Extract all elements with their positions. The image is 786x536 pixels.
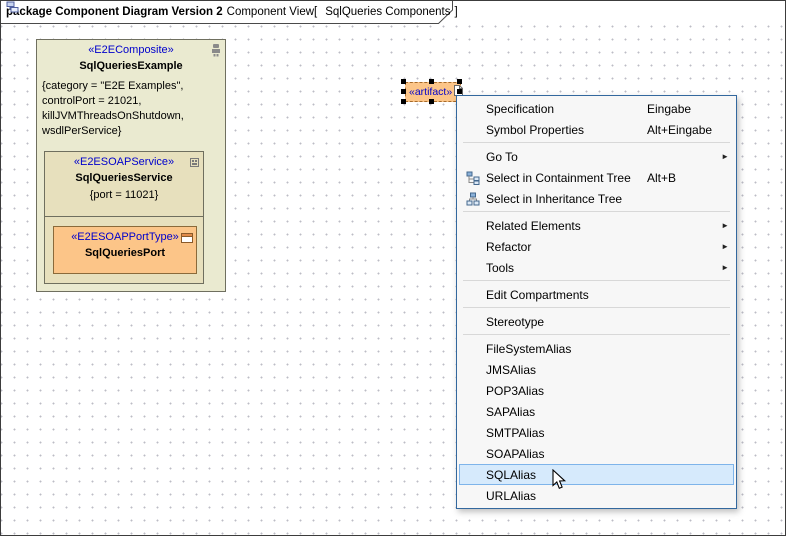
diagram-frame-header: package Component Diagram Version 2 Comp…	[1, 1, 453, 24]
submenu-arrow-icon: ►	[719, 242, 729, 251]
frame-bracket-close: ]	[455, 6, 458, 18]
composite-node-sqlqueriesexample[interactable]: «E2EComposite» SqlQueriesExample {catego…	[36, 39, 226, 292]
menu-item-filesystemalias[interactable]: FileSystemAlias	[459, 338, 734, 359]
service-property: {port = 11021}	[45, 189, 203, 201]
containment-tree-icon	[466, 171, 486, 185]
menu-item-label: SAPAlias	[486, 405, 647, 419]
menu-item-label: SOAPAlias	[486, 447, 647, 461]
menu-separator	[463, 307, 730, 308]
menu-item-label: FileSystemAlias	[486, 342, 647, 356]
selection-handle[interactable]	[401, 79, 406, 84]
menu-item-stereotype[interactable]: Stereotype	[459, 311, 734, 332]
menu-item-label: Edit Compartments	[486, 288, 647, 302]
menu-separator	[463, 334, 730, 335]
context-menu: Specification Eingabe Symbol Properties …	[456, 95, 737, 509]
menu-item-sapalias[interactable]: SAPAlias	[459, 401, 734, 422]
e2e-composite-icon	[209, 43, 222, 62]
menu-item-refactor[interactable]: Refactor ►	[459, 236, 734, 257]
submenu-arrow-icon: ►	[719, 263, 729, 272]
inheritance-tree-icon	[466, 192, 486, 206]
menu-item-label: Select in Containment Tree	[486, 171, 647, 185]
service-node-sqlqueriesservice[interactable]: «E2ESOAPService» SqlQueriesService {port…	[44, 151, 204, 284]
artifact-stereotype: «artifact»	[409, 86, 452, 99]
menu-item-label: POP3Alias	[486, 384, 647, 398]
menu-item-label: Go To	[486, 150, 647, 164]
menu-item-label: Select in Inheritance Tree	[486, 192, 647, 206]
selection-handle[interactable]	[429, 99, 434, 104]
selection-handle[interactable]	[401, 99, 406, 104]
menu-item-go-to[interactable]: Go To ►	[459, 146, 734, 167]
menu-item-label: Specification	[486, 102, 647, 116]
selection-handle[interactable]	[429, 79, 434, 84]
composite-name: SqlQueriesExample	[37, 60, 225, 73]
selection-handle[interactable]	[457, 89, 462, 94]
porttype-name: SqlQueriesPort	[54, 247, 196, 260]
e2e-service-icon	[189, 155, 200, 173]
menu-separator	[463, 211, 730, 212]
menu-item-pop3alias[interactable]: POP3Alias	[459, 380, 734, 401]
menu-separator	[463, 280, 730, 281]
frame-diagram-name: SqlQueries Components	[325, 6, 450, 18]
submenu-arrow-icon: ►	[719, 221, 729, 230]
menu-separator	[463, 142, 730, 143]
menu-item-related-elements[interactable]: Related Elements ►	[459, 215, 734, 236]
menu-item-jmsalias[interactable]: JMSAlias	[459, 359, 734, 380]
compartment-separator	[45, 216, 203, 217]
menu-item-label: Stereotype	[486, 315, 647, 329]
menu-item-select-in-inheritance-tree[interactable]: Select in Inheritance Tree	[459, 188, 734, 209]
menu-item-shortcut: Eingabe	[647, 102, 719, 116]
menu-item-soapalias[interactable]: SOAPAlias	[459, 443, 734, 464]
application-window: package Component Diagram Version 2 Comp…	[0, 0, 786, 536]
menu-item-label: Refactor	[486, 240, 647, 254]
composite-property-line: wsdlPerService}	[42, 124, 221, 139]
menu-item-shortcut: Alt+B	[647, 171, 719, 185]
menu-item-tools[interactable]: Tools ►	[459, 257, 734, 278]
menu-item-smtpalias[interactable]: SMTPAlias	[459, 422, 734, 443]
frame-kind-and-name: package Component Diagram Version 2	[6, 6, 223, 18]
mouse-cursor	[552, 469, 567, 496]
menu-item-edit-compartments[interactable]: Edit Compartments	[459, 284, 734, 305]
composite-property-line: controlPort = 21021,	[42, 94, 221, 109]
service-stereotype: «E2ESOAPService»	[45, 156, 203, 169]
composite-property-line: {category = "E2E Examples",	[42, 79, 221, 94]
menu-item-label: SMTPAlias	[486, 426, 647, 440]
service-name: SqlQueriesService	[45, 172, 203, 185]
menu-item-specification[interactable]: Specification Eingabe	[459, 98, 734, 119]
composite-properties: {category = "E2E Examples", controlPort …	[42, 79, 221, 139]
menu-item-symbol-properties[interactable]: Symbol Properties Alt+Eingabe	[459, 119, 734, 140]
selection-handle[interactable]	[457, 79, 462, 84]
frame-view-label: Component View[	[227, 6, 318, 18]
frame-title: package Component Diagram Version 2 Comp…	[6, 1, 458, 23]
menu-item-sqlalias[interactable]: SQLAlias	[459, 464, 734, 485]
composite-property-line: killJVMThreadsOnShutdown,	[42, 109, 221, 124]
menu-item-shortcut: Alt+Eingabe	[647, 123, 719, 137]
selection-handle[interactable]	[401, 89, 406, 94]
menu-item-label: JMSAlias	[486, 363, 647, 377]
porttype-stereotype: «E2ESOAPPortType»	[54, 231, 196, 244]
submenu-arrow-icon: ►	[719, 152, 729, 161]
composite-stereotype: «E2EComposite»	[37, 44, 225, 57]
e2e-porttype-icon	[181, 230, 193, 248]
porttype-node-sqlqueriesport[interactable]: «E2ESOAPPortType» SqlQueriesPort	[53, 226, 197, 274]
menu-item-select-in-containment-tree[interactable]: Select in Containment Tree Alt+B	[459, 167, 734, 188]
menu-item-urlalias[interactable]: URLAlias	[459, 485, 734, 506]
menu-item-label: Related Elements	[486, 219, 647, 233]
menu-item-label: Tools	[486, 261, 647, 275]
menu-item-label: Symbol Properties	[486, 123, 647, 137]
